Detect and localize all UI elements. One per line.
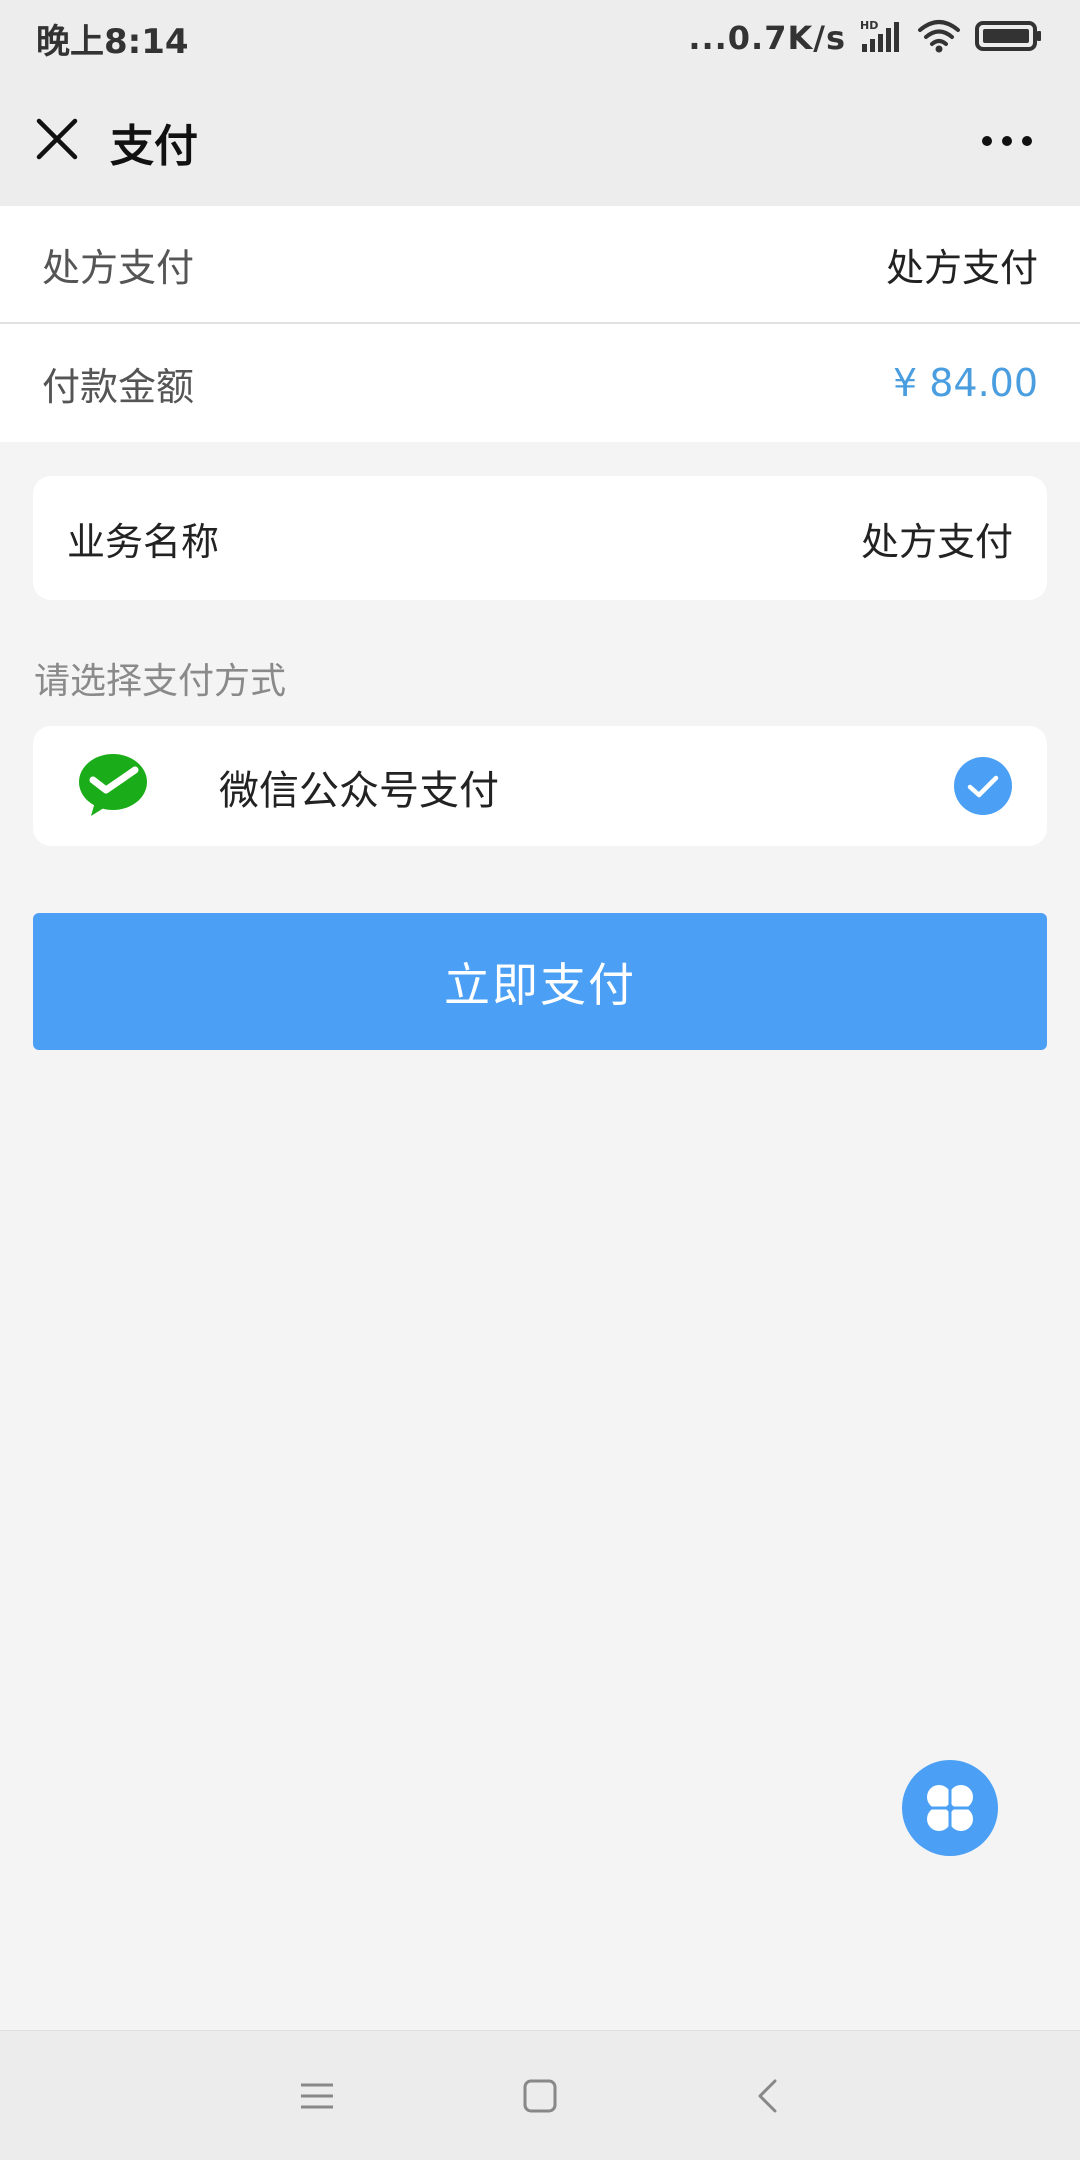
- close-icon: [36, 118, 78, 160]
- pay-now-button[interactable]: 立即支付: [33, 913, 1047, 1050]
- business-name-card: 业务名称 处方支付: [33, 476, 1047, 600]
- info-value: 处方支付: [885, 245, 1038, 290]
- signal-icon: HD: [858, 18, 904, 58]
- close-button[interactable]: [22, 104, 92, 174]
- check-circle-icon[interactable]: [953, 756, 1013, 816]
- status-bar: 晚上8:14 ...0.7K/s HD: [0, 0, 1080, 76]
- payment-option-label: 微信公众号支付: [219, 768, 499, 814]
- more-icon: [982, 136, 1032, 146]
- info-row-amount: 付款金额 ¥ 84.00: [0, 324, 1080, 442]
- status-time: 晚上8:14: [36, 21, 189, 62]
- payment-amount: ¥ 84.00: [892, 361, 1038, 405]
- signal-badge: HD: [860, 19, 878, 32]
- battery-icon: [974, 18, 1044, 58]
- clover-icon: [924, 1782, 976, 1834]
- info-label: 处方支付: [42, 245, 195, 290]
- info-label: 付款金额: [42, 364, 195, 409]
- network-speed: ...0.7K/s: [688, 19, 846, 57]
- info-row-order-type: 处方支付 处方支付: [0, 206, 1080, 324]
- status-right: ...0.7K/s HD: [688, 18, 1044, 58]
- home-button[interactable]: [515, 2071, 565, 2121]
- home-square-icon: [523, 2079, 557, 2113]
- floating-menu-button[interactable]: [902, 1760, 998, 1856]
- back-button[interactable]: [742, 2071, 792, 2121]
- menu-icon: [301, 2083, 333, 2109]
- business-label: 业务名称: [67, 519, 220, 564]
- menu-button[interactable]: [292, 2071, 342, 2121]
- wechat-pay-icon: [73, 746, 153, 826]
- nav-bar: 支付: [0, 76, 1080, 206]
- wifi-icon: [916, 18, 962, 58]
- payment-option-wechat[interactable]: 微信公众号支付: [33, 726, 1047, 846]
- back-chevron-icon: [758, 2079, 777, 2113]
- system-navigation-bar: [0, 2030, 1080, 2160]
- payment-method-label: 请选择支付方式: [34, 661, 287, 702]
- order-info-section: 处方支付 处方支付 付款金额 ¥ 84.00: [0, 206, 1080, 442]
- business-value: 处方支付: [860, 519, 1013, 564]
- page-title: 支付: [110, 121, 198, 172]
- more-button[interactable]: [972, 116, 1042, 166]
